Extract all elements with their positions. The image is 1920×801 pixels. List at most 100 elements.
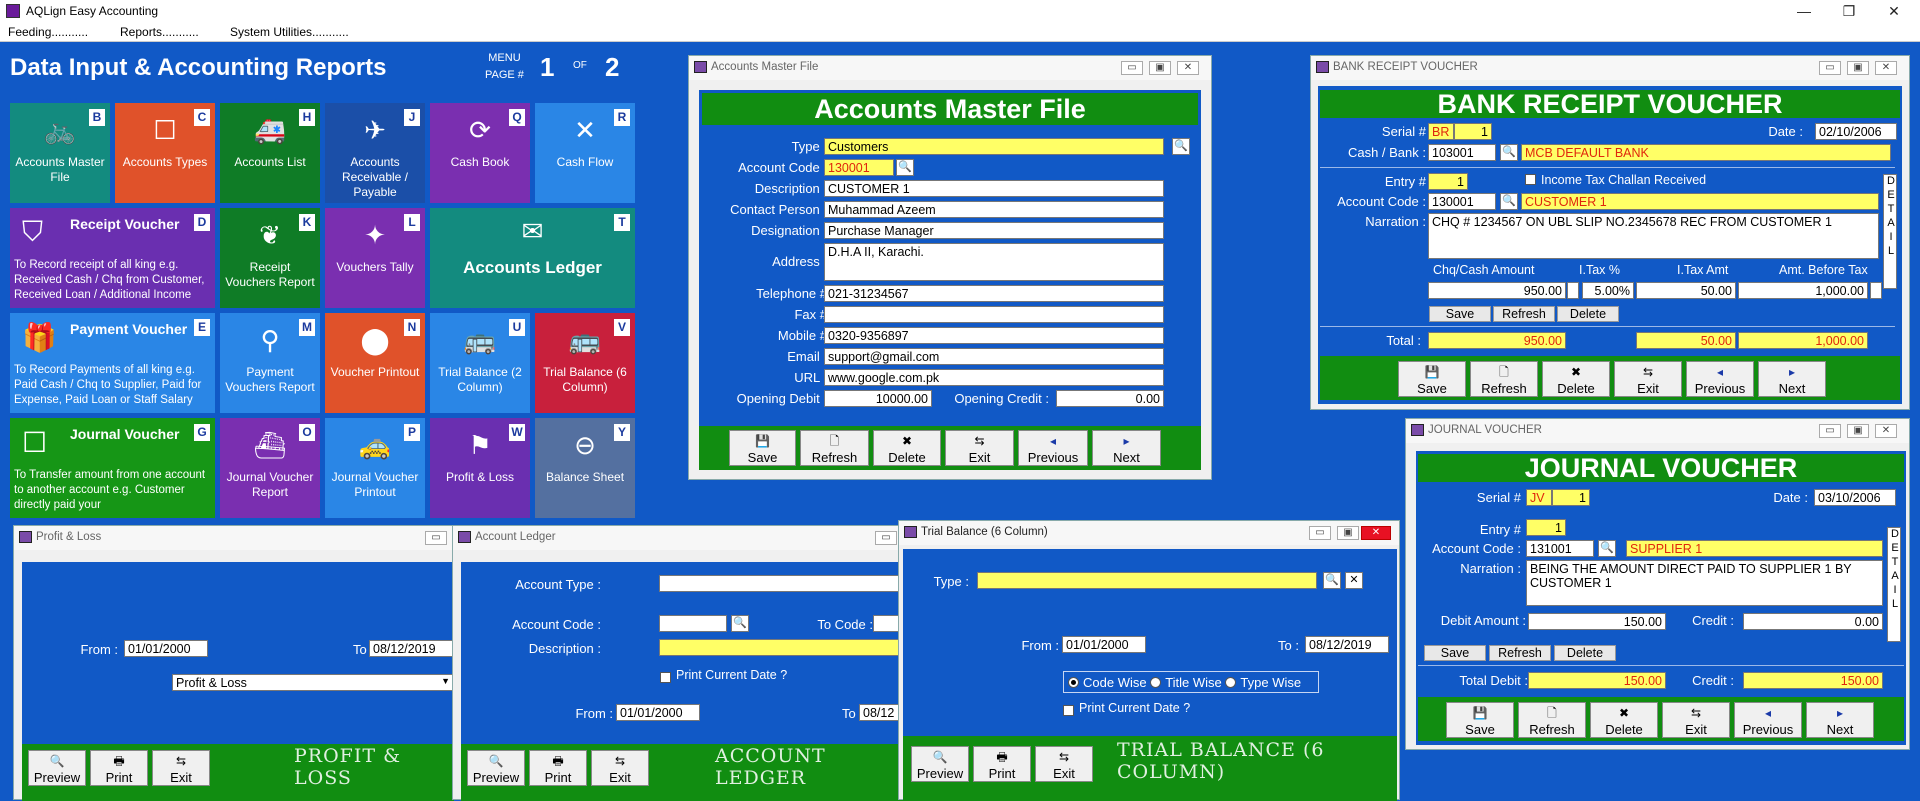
search-icon[interactable]: 🔍 [1598,540,1616,557]
print-date-checkbox[interactable]: ✓ Print Current Date ? [660,668,787,683]
debit-field[interactable]: 150.00 [1528,613,1666,630]
amount-spinner[interactable] [1567,282,1579,299]
description-field[interactable]: CUSTOMER 1 [824,180,1164,197]
opening-credit-field[interactable]: 0.00 [1056,390,1164,407]
tile-receipt-voucher[interactable]: D ⛉ Receipt Voucher To Record receipt of al… [10,208,215,308]
minimize-icon[interactable]: ▭ [425,531,447,545]
tile-accounts-receivable-payable[interactable]: J ✈ Accounts Receivable / Payable [325,103,425,203]
tile-journal-voucher[interactable]: G ☐ Journal Voucher To Transfer amount from… [10,418,215,518]
menu-system-utilities[interactable]: System Utilities........... [230,25,349,39]
clear-icon[interactable]: ✕ [1345,572,1363,589]
maximize-icon[interactable]: ▣ [1847,424,1869,438]
amount-field[interactable]: 950.00 [1428,282,1566,299]
entry-delete-button[interactable]: Delete [1557,306,1619,322]
exit-button[interactable]: ⇆ Exit [1662,702,1730,738]
tile-cash-flow[interactable]: R ✕ Cash Flow [535,103,635,203]
tile-balance-sheet[interactable]: Y ⊖ Balance Sheet [535,418,635,518]
radio-title-wise[interactable]: Title Wise [1150,675,1222,690]
refresh-button[interactable]: 🗋 Refresh [1470,361,1538,397]
maximize-icon[interactable]: ▣ [1847,61,1869,75]
tile-payment-vouchers-report[interactable]: M ⚲ Payment Vouchers Report [220,313,320,413]
cash-bank-name-field[interactable]: MCB DEFAULT BANK [1521,144,1891,161]
tile-accounts-master-file[interactable]: B 🚲 Accounts Master File [10,103,110,203]
fax-field[interactable] [824,306,1164,323]
previous-button[interactable]: ◂ Previous [1734,702,1802,738]
search-icon[interactable]: 🔍 [896,159,914,176]
checkbox-icon[interactable]: ✓ [1063,705,1074,716]
from-date-field[interactable]: 01/01/2000 [1062,636,1146,653]
designation-field[interactable]: Purchase Manager [824,222,1164,239]
from-date-field[interactable]: 01/01/2000 [616,704,700,721]
from-date-field[interactable]: 01/01/2000 [124,640,208,657]
checkbox-icon[interactable]: ✓ [660,672,671,683]
minimize-icon[interactable]: ▭ [1819,61,1841,75]
type-field[interactable]: Customers [824,138,1164,155]
save-button[interactable]: 💾 Save [1398,361,1466,397]
contact-person-field[interactable]: Muhammad Azeem [824,201,1164,218]
type-field[interactable] [977,572,1317,589]
tile-cash-book[interactable]: Q ⟳ Cash Book [430,103,530,203]
narration-field[interactable]: BEING THE AMOUNT DIRECT PAID TO SUPPLIER… [1526,560,1883,606]
print-button[interactable]: 🖶 Print [529,750,587,786]
menu-feeding[interactable]: Feeding........... [8,25,88,39]
radio-icon[interactable] [1150,677,1162,688]
search-icon[interactable]: 🔍 [1500,193,1518,210]
serial-prefix-field[interactable]: JV [1526,489,1552,506]
delete-button[interactable]: ✖ Delete [1590,702,1658,738]
entry-save-button[interactable]: Save [1429,306,1491,322]
delete-button[interactable]: ✖ Delete [1542,361,1610,397]
tile-journal-voucher-printout[interactable]: P 🚕 Journal Voucher Printout [325,418,425,518]
close-icon[interactable]: ✕ [1361,526,1391,540]
to-date-field[interactable]: 08/12/2019 [1305,636,1389,653]
tile-voucher-printout[interactable]: N ⬤ Voucher Printout [325,313,425,413]
cash-bank-code-field[interactable]: 103001 [1428,144,1496,161]
maximize-icon[interactable]: ▣ [1337,526,1359,540]
exit-button[interactable]: ⇆ Exit [1614,361,1682,397]
address-field[interactable]: D.H.A II, Karachi. [824,243,1164,281]
exit-button[interactable]: ⇆ Exit [1035,746,1093,782]
before-tax-spinner[interactable] [1870,282,1882,299]
date-field[interactable]: 02/10/2006 [1815,123,1897,140]
account-code-field[interactable]: 131001 [1526,540,1594,557]
next-button[interactable]: ▸ Next [1092,430,1161,466]
minimize-icon[interactable]: ▭ [1121,61,1143,75]
tile-accounts-list[interactable]: H 🚑 Accounts List [220,103,320,203]
report-select[interactable]: Profit & Loss ▼ [172,674,454,691]
close-icon[interactable]: ✕ [1875,424,1897,438]
tile-profit-loss[interactable]: W ⚑ Profit & Loss [430,418,530,518]
minimize-icon[interactable]: ▭ [875,531,897,545]
entry-refresh-button[interactable]: Refresh [1493,306,1555,322]
entry-save-button[interactable]: Save [1424,645,1486,661]
tile-accounts-types[interactable]: C ☐ Accounts Types [115,103,215,203]
search-icon[interactable]: 🔍 [1172,138,1190,155]
previous-button[interactable]: ◂ Previous [1686,361,1754,397]
entry-refresh-button[interactable]: Refresh [1489,645,1551,661]
delete-button[interactable]: ✖ Delete [873,430,941,466]
entry-delete-button[interactable]: Delete [1554,645,1616,661]
page-current[interactable]: 1 [540,52,554,83]
account-code-field[interactable] [659,615,727,632]
next-button[interactable]: ▸ Next [1758,361,1826,397]
close-icon[interactable]: ✕ [1177,61,1199,75]
tile-payment-voucher[interactable]: E 🎁 Payment Voucher To Record Payments of a… [10,313,215,413]
tile-accounts-ledger[interactable]: T ✉ Accounts Ledger [430,208,635,308]
account-name-field[interactable]: SUPPLIER 1 [1626,540,1883,557]
account-code-field[interactable]: 130001 [824,159,894,176]
detail-button[interactable]: DETAIL [1883,174,1897,289]
search-icon[interactable]: 🔍 [731,615,749,632]
radio-type-wise[interactable]: Type Wise [1225,675,1301,690]
account-code-field[interactable]: 130001 [1428,193,1496,210]
account-name-field[interactable]: CUSTOMER 1 [1521,193,1879,210]
itax-pct-field[interactable]: 5.00% [1582,282,1634,299]
account-type-field[interactable] [659,575,903,592]
opening-debit-field[interactable]: 10000.00 [824,390,932,407]
url-field[interactable]: www.google.com.pk [824,369,1164,386]
minimize-icon[interactable]: — [1784,0,1824,22]
refresh-button[interactable]: 🗋 Refresh [1518,702,1586,738]
restore-icon[interactable]: ❐ [1829,0,1869,22]
tile-journal-voucher-report[interactable]: O ⛴ Journal Voucher Report [220,418,320,518]
itax-amt-field[interactable]: 50.00 [1636,282,1736,299]
to-date-field[interactable]: 08/12/2019 [369,640,453,657]
menu-reports[interactable]: Reports........... [120,25,199,39]
minimize-icon[interactable]: ▭ [1309,526,1331,540]
